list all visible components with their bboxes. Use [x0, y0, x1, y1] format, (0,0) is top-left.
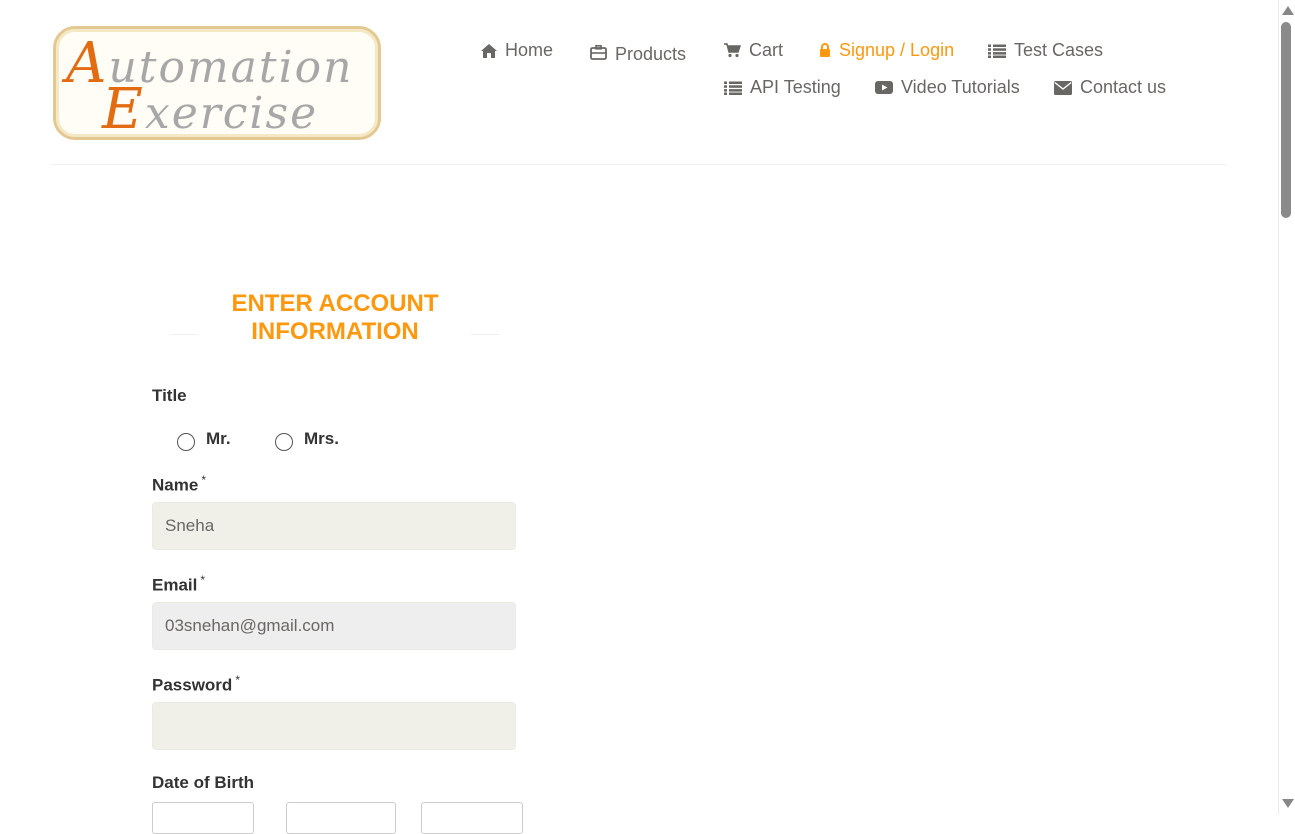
scrollbar-track — [1278, 0, 1279, 814]
nav-home-label: Home — [505, 40, 554, 60]
nav-cart-label: Cart — [749, 40, 784, 60]
radio-mr-label[interactable]: Mr. — [206, 429, 231, 449]
password-input[interactable] — [152, 702, 516, 750]
name-input[interactable] — [152, 502, 516, 550]
required-mark: * — [235, 673, 240, 687]
nav-products-label: Products — [615, 44, 687, 64]
nav-test-cases[interactable]: Test Cases — [988, 40, 1103, 61]
nav-home[interactable]: Home — [480, 40, 553, 61]
nav-test-cases-label: Test Cases — [1014, 40, 1104, 60]
cart-icon — [724, 42, 741, 59]
nav-signup-login[interactable]: Signup / Login — [819, 40, 954, 61]
radio-mr[interactable] — [177, 433, 195, 451]
youtube-play-icon — [875, 79, 893, 96]
list-icon — [988, 42, 1006, 59]
nav-contact-us[interactable]: Contact us — [1054, 77, 1166, 98]
nav-api-testing[interactable]: API Testing — [724, 77, 841, 98]
nav-products[interactable]: Products — [590, 40, 686, 65]
nav-cart[interactable]: Cart — [724, 40, 783, 61]
briefcase-icon — [590, 44, 607, 61]
nav-video-tutorials[interactable]: Video Tutorials — [875, 77, 1020, 98]
required-mark: * — [200, 573, 206, 587]
site-logo[interactable]: Automation Exercise — [53, 26, 381, 142]
envelope-icon — [1054, 79, 1072, 96]
home-icon — [480, 42, 497, 59]
logo-text-line2: Exercise — [102, 77, 319, 142]
dob-month-select[interactable] — [286, 802, 396, 834]
nav-signup-login-label: Signup / Login — [839, 40, 955, 60]
radio-mrs[interactable] — [275, 433, 293, 451]
name-label: Name * — [152, 473, 206, 495]
scroll-up-arrow-icon[interactable] — [1282, 6, 1294, 15]
nav-contact-us-label: Contact us — [1080, 77, 1167, 97]
page-scrollbar[interactable] — [1278, 0, 1295, 814]
scroll-down-arrow-icon[interactable] — [1282, 799, 1294, 808]
email-input[interactable] — [152, 602, 516, 650]
dob-day-select[interactable] — [152, 802, 254, 834]
dob-year-select[interactable] — [421, 802, 523, 834]
header-divider — [51, 164, 1227, 165]
nav-video-tutorials-label: Video Tutorials — [901, 77, 1020, 97]
nav-api-testing-label: API Testing — [750, 77, 841, 97]
heading-rule-left — [170, 334, 198, 335]
email-label: Email * — [152, 573, 206, 595]
password-label: Password * — [152, 673, 240, 695]
title-label: Title — [152, 386, 187, 405]
dob-label: Date of Birth — [152, 773, 254, 792]
required-mark: * — [201, 473, 206, 487]
heading-rule-right — [471, 334, 499, 335]
form-heading: ENTER ACCOUNT INFORMATION — [231, 290, 439, 345]
lock-icon — [819, 42, 831, 59]
radio-mrs-label[interactable]: Mrs. — [304, 429, 339, 449]
scrollbar-thumb[interactable] — [1281, 22, 1291, 218]
list-icon — [724, 79, 742, 96]
